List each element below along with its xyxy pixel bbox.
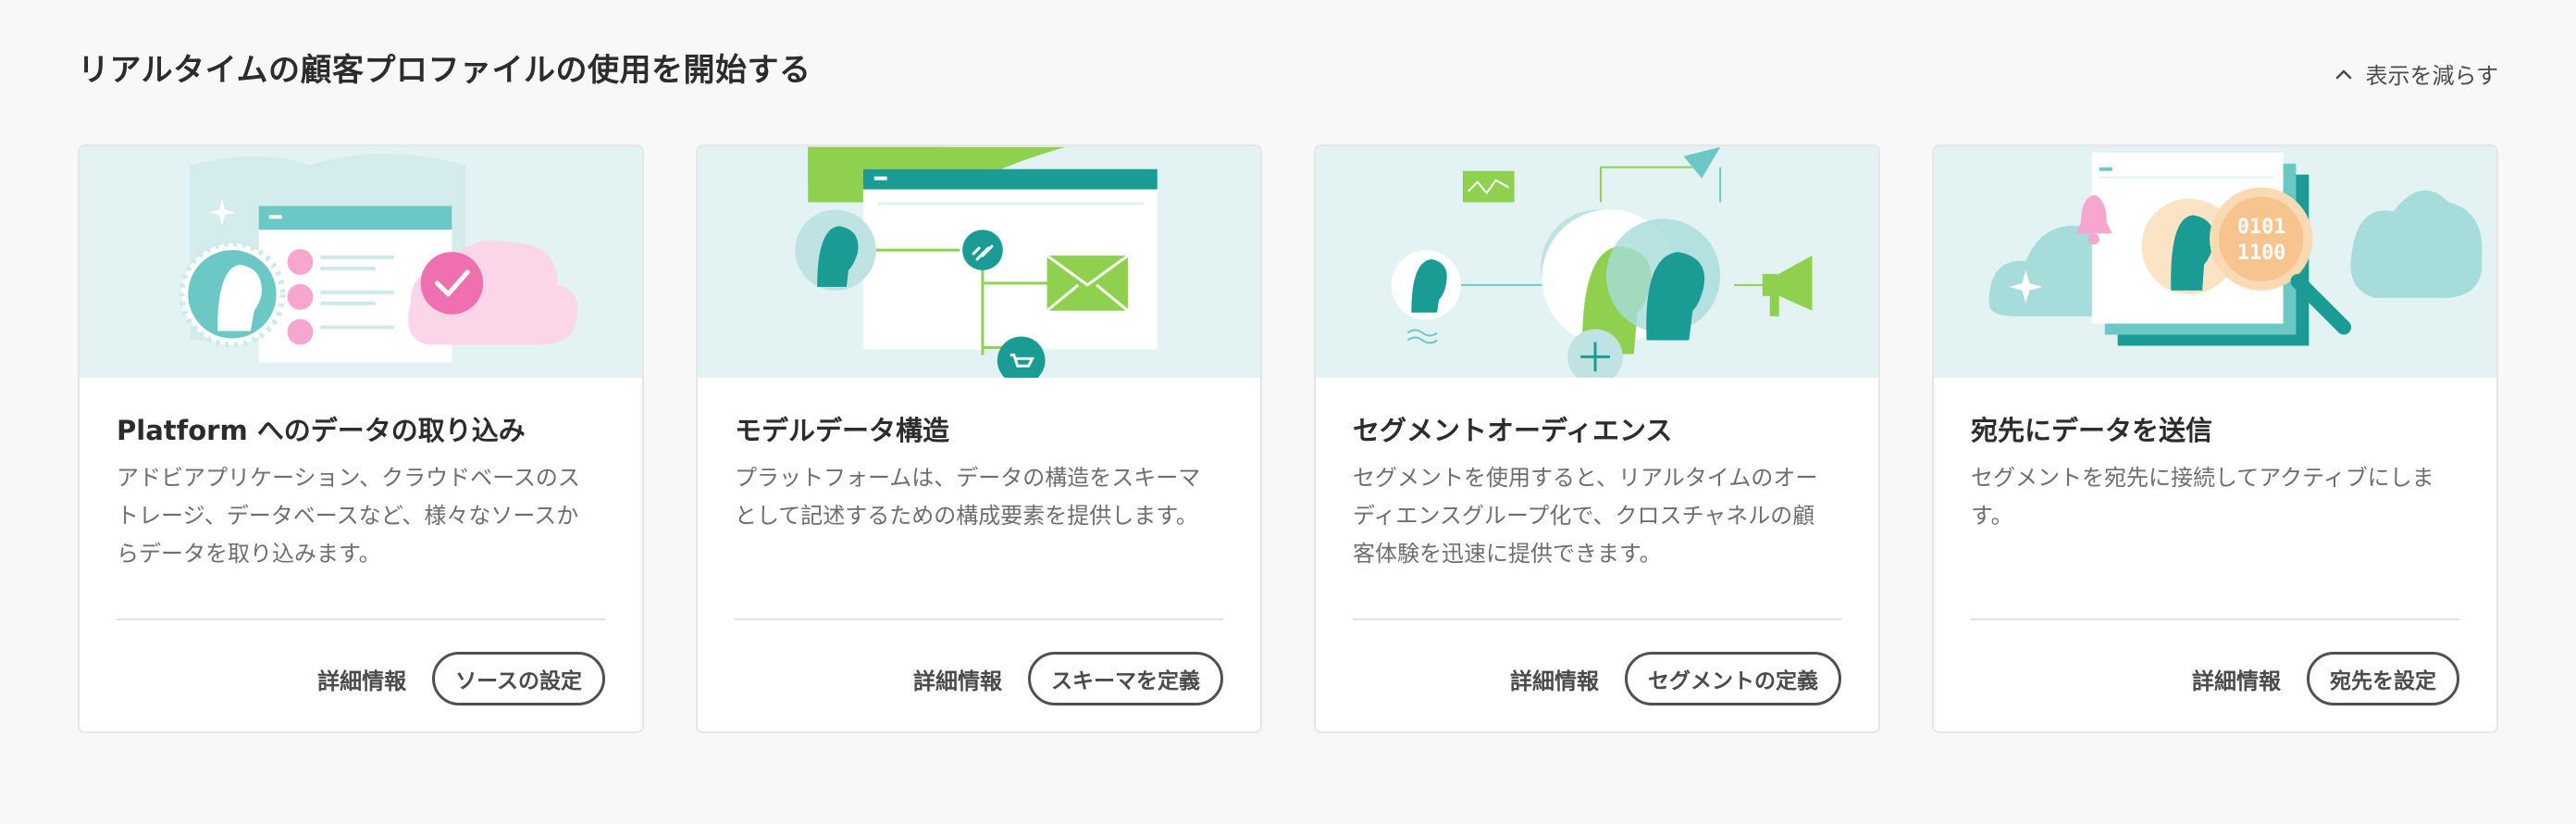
section-header: リアルタイムの顧客プロファイルの使用を開始する 表示を減らす [78, 44, 2498, 100]
illustration-segments [1316, 146, 1878, 378]
card-divider [735, 618, 1223, 620]
configure-destination-button[interactable]: 宛先を設定 [2307, 652, 2459, 705]
card-description: セグメントを宛先に接続してアクティブにします。 [1971, 465, 2434, 529]
card-list: Platform へのデータの取り込み アドビアプリケーション、クラウドベースの… [78, 144, 2498, 737]
card-divider [117, 618, 605, 620]
destination-illustration: 0101 1100 [1934, 146, 2496, 378]
show-less-button[interactable]: 表示を減らす [2334, 57, 2498, 90]
illustration-ingest [80, 146, 642, 378]
show-less-label: 表示を減らす [2365, 63, 2498, 89]
card-actions: 詳細情報 ソースの設定 [317, 650, 605, 707]
learn-more-link[interactable]: 詳細情報 [913, 663, 1002, 695]
segment-illustration [1316, 146, 1878, 378]
illustration-destinations: 0101 1100 [1934, 146, 2496, 378]
card-title: モデルデータ構造 [735, 415, 950, 446]
card-description: セグメントを使用すると、リアルタイムのオーディエンスグループ化で、クロスチャネル… [1353, 465, 1818, 567]
learn-more-link[interactable]: 詳細情報 [317, 663, 406, 695]
card-title: セグメントオーディエンス [1353, 415, 1673, 446]
card-model-data: モデルデータ構造 プラットフォームは、データの構造をスキーマとして記述するための… [696, 144, 1262, 733]
card-title: 宛先にデータを送信 [1971, 415, 2213, 446]
card-actions: 詳細情報 宛先を設定 [2192, 650, 2459, 707]
card-description: プラットフォームは、データの構造をスキーマとして記述するための構成要素を提供しま… [735, 465, 1201, 529]
learn-more-link[interactable]: 詳細情報 [1510, 663, 1599, 695]
card-ingest-data: Platform へのデータの取り込み アドビアプリケーション、クラウドベースの… [78, 144, 644, 733]
card-divider [1971, 618, 2459, 620]
card-segment-audiences: セグメントオーディエンス セグメントを使用すると、リアルタイムのオーディエンスグ… [1314, 144, 1880, 733]
page-title: リアルタイムの顧客プロファイルの使用を開始する [78, 52, 811, 89]
chevron-up-icon [2336, 69, 2352, 79]
card-actions: 詳細情報 セグメントの定義 [1510, 650, 1841, 707]
binary-text: 0101 [2237, 216, 2286, 239]
schema-illustration [698, 146, 1260, 378]
illustration-schema [698, 146, 1260, 378]
svg-text:1100: 1100 [2237, 242, 2286, 265]
card-send-data: 0101 1100 宛先にデータを送信 セグメントを宛先に接続してアクティブにし… [1932, 144, 2498, 733]
configure-source-button[interactable]: ソースの設定 [432, 652, 605, 705]
card-title: Platform へのデータの取り込み [117, 415, 526, 446]
data-ingestion-illustration [80, 146, 642, 378]
define-schema-button[interactable]: スキーマを定義 [1028, 652, 1223, 705]
learn-more-link[interactable]: 詳細情報 [2192, 663, 2281, 695]
define-segment-button[interactable]: セグメントの定義 [1625, 652, 1841, 705]
card-description: アドビアプリケーション、クラウドベースのストレージ、データベースなど、様々なソー… [117, 465, 580, 567]
card-actions: 詳細情報 スキーマを定義 [913, 650, 1223, 707]
card-divider [1353, 618, 1841, 620]
